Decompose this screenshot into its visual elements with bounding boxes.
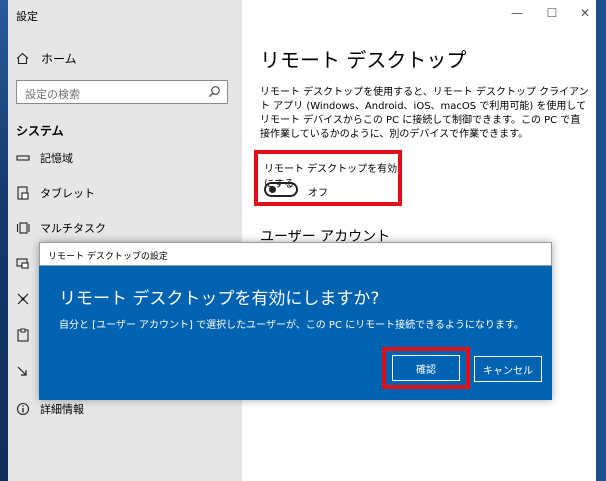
page-title: リモート デスクトップ <box>260 48 467 72</box>
description-text: リモート デスクトップを使用すると、リモート デスクトップ クライアント アプリ… <box>260 87 589 140</box>
toggle-knob <box>269 186 276 193</box>
dialog-message: 自分と [ユーザー アカウント] で選択したユーザーが、この PC にリモート接… <box>59 320 524 331</box>
remote-desktop-toggle[interactable] <box>264 182 298 197</box>
shared-experiences-icon <box>16 292 30 306</box>
sidebar-item-remote-desktop[interactable] <box>16 364 30 378</box>
sidebar: 設定 ホーム 設定の検索 システム 記憶域 タブレット マルチタスク 詳細情報 <box>8 0 242 481</box>
sidebar-item-multitask[interactable]: マルチタスク <box>16 220 106 236</box>
highlight-confirm: 確認 <box>382 347 470 389</box>
info-icon <box>16 402 30 416</box>
sidebar-item-home[interactable]: ホーム <box>16 50 77 67</box>
sidebar-item-about[interactable]: 詳細情報 <box>16 401 84 417</box>
main-panel: — ☐ ✕ リモート デスクトップ リモート デスクトップを使用すると、リモート… <box>242 0 596 481</box>
sidebar-item-shared-experiences[interactable] <box>16 292 30 306</box>
sidebar-item-label: マルチタスク <box>40 222 106 235</box>
close-button[interactable]: ✕ <box>578 6 592 20</box>
window-title: 設定 <box>16 10 38 23</box>
dialog-title: リモート デスクトップの設定 <box>48 252 168 262</box>
multitask-icon <box>16 221 30 235</box>
remote-desktop-icon <box>16 364 30 378</box>
search-icon[interactable] <box>208 85 221 101</box>
toggle-state: オフ <box>308 188 328 199</box>
sidebar-item-label: 詳細情報 <box>40 403 84 416</box>
confirm-dialog: リモート デスクトップの設定 リモート デスクトップを有効にしますか? 自分と … <box>39 242 552 400</box>
clipboard-icon <box>16 328 30 342</box>
sidebar-item-tablet[interactable]: タブレット <box>16 185 95 201</box>
projection-icon <box>16 256 30 270</box>
confirm-button[interactable]: 確認 <box>392 355 460 381</box>
storage-icon <box>16 151 30 165</box>
search-input[interactable]: 設定の検索 <box>16 80 228 104</box>
dialog-titlebar: リモート デスクトップの設定 <box>39 242 552 266</box>
home-icon <box>16 52 29 65</box>
desktop-background <box>0 0 8 481</box>
sidebar-item-projection[interactable] <box>16 256 30 270</box>
cancel-button[interactable]: キャンセル <box>474 356 542 382</box>
minimize-button[interactable]: — <box>510 6 524 20</box>
sidebar-item-clipboard[interactable] <box>16 328 30 342</box>
section-title: システム <box>16 124 64 138</box>
highlight-toggle: リモート デスクトップを有効にする オフ <box>254 150 402 206</box>
sidebar-item-storage[interactable]: 記憶域 <box>16 150 73 166</box>
sidebar-item-label: タブレット <box>40 187 95 200</box>
dialog-heading: リモート デスクトップを有効にしますか? <box>59 289 380 309</box>
settings-window: 設定 ホーム 設定の検索 システム 記憶域 タブレット マルチタスク 詳細情報 … <box>8 0 596 481</box>
desktop-background-right <box>596 0 606 481</box>
tablet-icon <box>16 186 30 200</box>
maximize-button[interactable]: ☐ <box>545 6 559 20</box>
sidebar-item-label: 記憶域 <box>40 152 73 165</box>
home-label: ホーム <box>41 52 77 66</box>
search-placeholder: 設定の検索 <box>25 88 80 101</box>
